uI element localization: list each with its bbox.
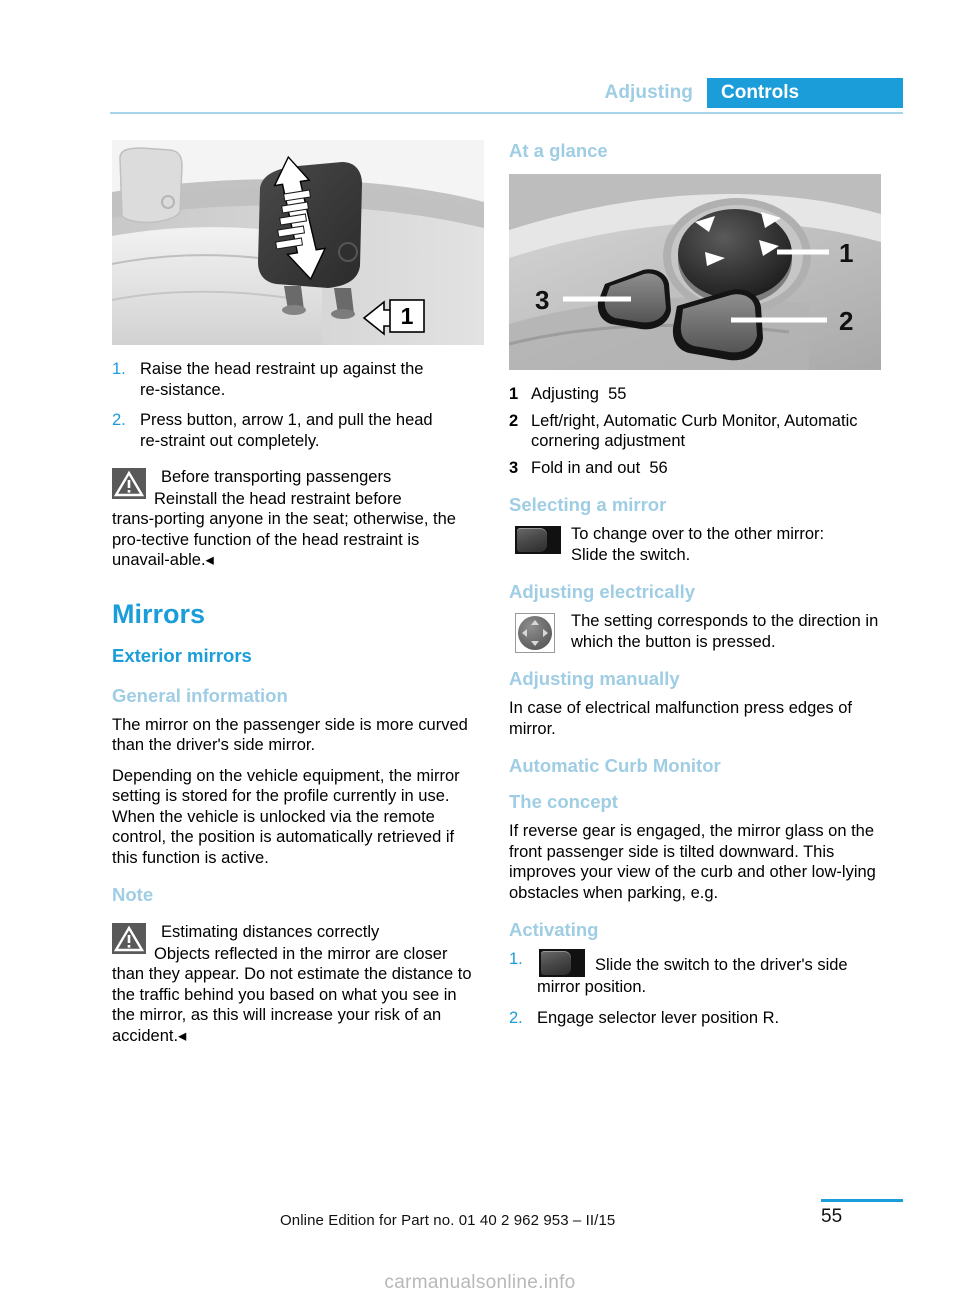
- head-restraint-steps: 1. Raise the head restraint up against t…: [112, 359, 484, 451]
- header-divider: [110, 112, 903, 114]
- heading-at-a-glance: At a glance: [509, 140, 608, 161]
- heading-note: Note: [112, 884, 154, 905]
- heading-the-concept: The concept: [509, 791, 618, 812]
- general-paragraph-2: Depending on the vehicle equipment, the …: [112, 766, 460, 867]
- head-restraint-figure: 1: [112, 140, 484, 345]
- warning-block: Before transporting passengers Reinstall…: [112, 467, 484, 571]
- step-number: 1.: [112, 360, 126, 378]
- legend-label: Adjusting 55: [531, 385, 627, 403]
- list-item: 2. Engage selector lever position R.: [509, 1008, 881, 1029]
- step-text: Press button, arrow 1, and pull the head…: [140, 411, 433, 450]
- warning-title: Before transporting passengers: [161, 468, 392, 486]
- head-restraint-illustration: 1: [112, 140, 484, 345]
- list-item: 2. Press button, arrow 1, and pull the h…: [112, 410, 484, 451]
- selecting-mirror-line1: To change over to the other mirror:: [571, 525, 825, 543]
- selecting-mirror-line2: Slide the switch.: [571, 545, 691, 564]
- step-number: 2.: [112, 411, 126, 429]
- list-item: 3 Fold in and out 56: [509, 458, 881, 479]
- direction-pad-knob-icon: [515, 613, 555, 653]
- heading-adjusting-electrically: Adjusting electrically: [509, 581, 696, 602]
- heading-automatic-curb-monitor: Automatic Curb Monitor: [509, 755, 721, 776]
- mirror-controls-figure: 1 2 3: [509, 174, 881, 370]
- figure-callout-3: 3: [535, 285, 549, 315]
- warning-triangle-icon: [112, 923, 146, 954]
- left-column: 1 1. Raise the head restraint up against…: [112, 140, 484, 1056]
- list-item: 1. Raise the head restraint up against t…: [112, 359, 484, 400]
- heading-selecting-a-mirror: Selecting a mirror: [509, 494, 667, 515]
- note-title: Estimating distances correctly: [161, 923, 380, 941]
- warning-body: Reinstall the head restraint before tran…: [112, 489, 456, 570]
- page-header: Adjusting Controls: [0, 0, 960, 112]
- step-text: Slide the switch to the driver's side mi…: [537, 949, 881, 998]
- legend-label: Fold in and out 56: [531, 458, 668, 477]
- list-item: 2 Left/right, Automatic Curb Monitor, Au…: [509, 411, 881, 452]
- header-chapter-label: Adjusting: [604, 82, 693, 103]
- site-watermark: carmanualsonline.info: [384, 1272, 576, 1293]
- legend-number: 1: [509, 385, 519, 403]
- figure-callout-1: 1: [839, 238, 853, 268]
- step-number: 2.: [509, 1008, 523, 1027]
- selecting-mirror-block: To change over to the other mirror: Slid…: [509, 524, 881, 565]
- warning-text: Reinstall the head restraint before tran…: [112, 489, 484, 571]
- legend-number: 3: [509, 458, 519, 477]
- heading-activating: Activating: [509, 919, 599, 940]
- legend-page-ref: 56: [649, 458, 668, 477]
- figure-callout-2: 2: [839, 306, 853, 336]
- general-paragraph-1: The mirror on the passenger side is more…: [112, 715, 468, 755]
- legend-number: 2: [509, 411, 519, 430]
- legend-label: Left/right, Automatic Curb Monitor, Auto…: [531, 411, 858, 451]
- step-number: 1.: [509, 950, 523, 968]
- note-text: Objects reflected in the mirror are clos…: [112, 944, 484, 1047]
- adjusting-electrically-text: The setting corresponds to the direction…: [571, 612, 879, 651]
- list-item: 1. Slide the switch to the driver's side…: [509, 949, 881, 998]
- list-item: 1 Adjusting 55: [509, 384, 881, 405]
- adjusting-electrically-block: The setting corresponds to the direction…: [509, 611, 881, 653]
- heading-adjusting-manually: Adjusting manually: [509, 668, 680, 689]
- step-text: Engage selector lever position R.: [537, 1008, 780, 1027]
- activating-steps: 1. Slide the switch to the driver's side…: [509, 949, 881, 1028]
- step-text: Raise the head restraint up against the …: [140, 360, 424, 399]
- concept-text: If reverse gear is engaged, the mirror g…: [509, 822, 876, 902]
- page-title-mirrors: Mirrors: [112, 598, 206, 629]
- heading-exterior-mirrors: Exterior mirrors: [112, 644, 252, 666]
- mirror-controls-illustration: 1 2 3: [509, 174, 881, 370]
- mirror-select-switch-icon: [539, 949, 585, 977]
- page-number: 55: [821, 1206, 843, 1227]
- footer-edition-text: Online Edition for Part no. 01 40 2 962 …: [280, 1212, 616, 1229]
- note-body: Objects reflected in the mirror are clos…: [112, 944, 472, 1045]
- mirror-select-switch-icon: [515, 526, 561, 554]
- heading-general-information: General information: [112, 684, 288, 706]
- warning-triangle-icon: [112, 468, 146, 499]
- page-number-rule: [821, 1199, 903, 1202]
- legend-page-ref: 55: [608, 385, 627, 403]
- adjusting-manually-text: In case of electrical malfunction press …: [509, 699, 853, 738]
- header-section-tab: Controls: [707, 78, 903, 108]
- figure-callout-1: 1: [401, 303, 414, 329]
- header-breadcrumb: Adjusting Controls: [604, 78, 903, 108]
- note-block: Estimating distances correctly Objects r…: [112, 922, 484, 1046]
- right-column: At a glance 1 2 3 1 Adjusting 55 2 Left/…: [509, 140, 881, 1038]
- controls-legend-list: 1 Adjusting 55 2 Left/right, Automatic C…: [509, 384, 881, 478]
